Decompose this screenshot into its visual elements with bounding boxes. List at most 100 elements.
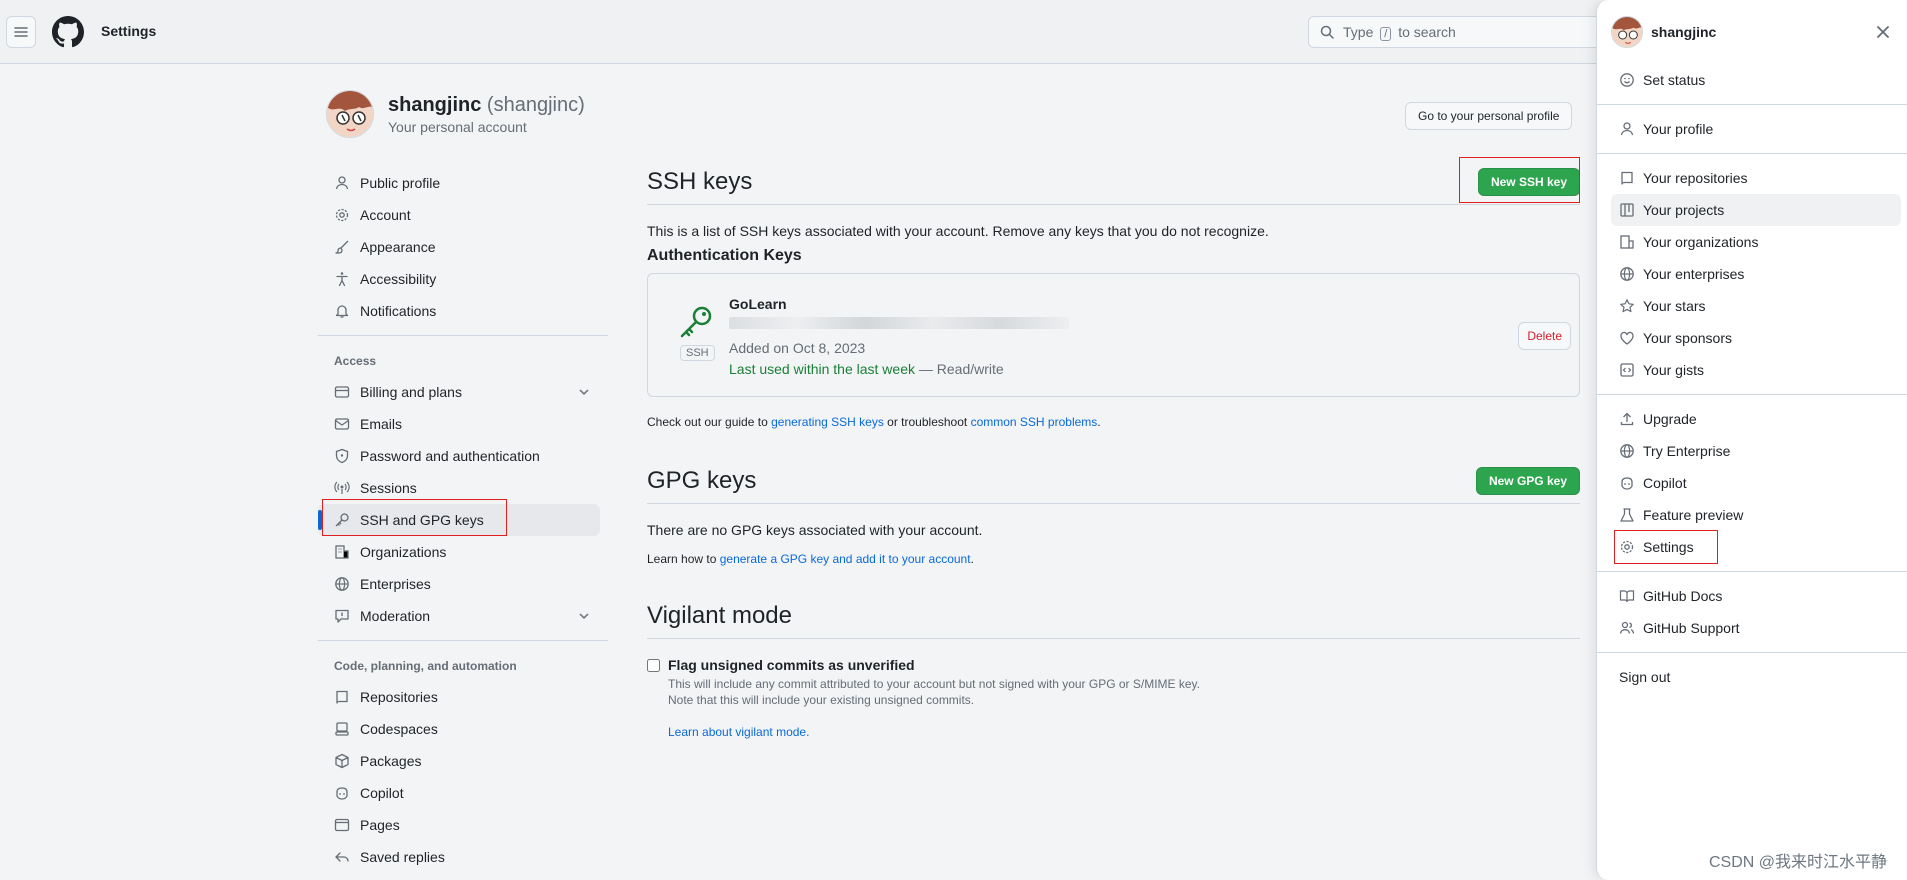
divider <box>1597 394 1907 395</box>
sidebar-item-copilot[interactable]: Copilot <box>318 777 600 809</box>
package-icon <box>335 753 349 769</box>
sidebar-item-organizations[interactable]: Organizations <box>318 536 600 568</box>
menu-item-your-projects[interactable]: Your projects <box>1611 194 1901 226</box>
ssh-keys-title: SSH keys <box>647 168 753 195</box>
sidebar-item-accessibility[interactable]: Accessibility <box>318 263 600 295</box>
sidebar-item-repositories[interactable]: Repositories <box>318 681 600 713</box>
search-shortcut-key: / <box>1380 26 1392 41</box>
search-placeholder-end: to search <box>1398 23 1456 40</box>
menu-item-your-repositories[interactable]: Your repositories <box>1611 162 1901 194</box>
sidebar-item-public-profile[interactable]: Public profile <box>318 167 600 199</box>
sidebar-item-account[interactable]: Account <box>318 199 600 231</box>
gpg-learn-end: . <box>970 552 974 566</box>
common-ssh-problems-link[interactable]: common SSH problems <box>971 415 1098 429</box>
menu-item-your-sponsors[interactable]: Your sponsors <box>1611 322 1901 354</box>
sidebar-item-pages[interactable]: Pages <box>318 809 600 841</box>
menu-item-label: GitHub Docs <box>1643 588 1723 604</box>
search-input[interactable]: Type / to search <box>1308 16 1608 48</box>
sidebar-item-label: Codespaces <box>360 721 438 737</box>
key-last-used: Last used within the last week — Read/wr… <box>729 361 1004 377</box>
menu-item-label: Your organizations <box>1643 234 1759 250</box>
key-access-level: — Read/write <box>918 361 1004 377</box>
organization-icon <box>1620 235 1634 249</box>
menu-item-set-status[interactable]: Set status <box>1611 64 1901 96</box>
watermark: CSDN @我来时江水平静 <box>1708 854 1887 871</box>
sidebar-item-packages[interactable]: Packages <box>318 745 600 777</box>
new-ssh-key-button[interactable]: New SSH key <box>1477 168 1580 196</box>
sidebar-group-code: Code, planning, and automation <box>334 659 517 673</box>
key-added-date: Added on Oct 8, 2023 <box>729 340 866 356</box>
accessibility-icon <box>336 272 348 287</box>
menu-item-your-enterprises[interactable]: Your enterprises <box>1611 258 1901 290</box>
beaker-icon <box>1620 508 1634 522</box>
go-to-profile-button[interactable]: Go to your personal profile <box>1405 102 1573 130</box>
menu-item-your-profile[interactable]: Your profile <box>1611 113 1901 145</box>
avatar[interactable] <box>1611 16 1643 48</box>
menu-item-your-stars[interactable]: Your stars <box>1611 290 1901 322</box>
sidebar-item-enterprises[interactable]: Enterprises <box>318 568 600 600</box>
chevron-down-icon[interactable] <box>576 384 592 400</box>
delete-key-button[interactable]: Delete <box>1518 322 1571 350</box>
vigilant-mode-title: Vigilant mode <box>647 602 792 629</box>
menu-item-settings[interactable]: Settings <box>1611 530 1901 564</box>
star-icon <box>1620 299 1634 313</box>
sidebar-item-label: Organizations <box>360 544 447 560</box>
globe-icon <box>1620 267 1634 281</box>
divider <box>1597 652 1907 653</box>
sidebar-item-label: Appearance <box>360 239 436 255</box>
organization-icon <box>335 545 349 559</box>
sidebar-item-password-auth[interactable]: Password and authentication <box>318 440 600 472</box>
flag-unsigned-checkbox[interactable] <box>647 659 660 672</box>
close-icon[interactable] <box>1873 22 1893 42</box>
learn-vigilant-mode-link[interactable]: Learn about vigilant mode. <box>668 725 1200 739</box>
menu-item-upgrade[interactable]: Upgrade <box>1611 403 1901 435</box>
generating-ssh-keys-link[interactable]: generating SSH keys <box>771 415 884 429</box>
key-title: GoLearn <box>729 296 787 312</box>
sidebar-item-saved-replies[interactable]: Saved replies <box>318 841 600 873</box>
sidebar-item-moderation[interactable]: Moderation <box>318 600 600 632</box>
sidebar-item-billing[interactable]: Billing and plans <box>318 376 600 408</box>
divider <box>1597 571 1907 572</box>
sidebar-item-appearance[interactable]: Appearance <box>318 231 600 263</box>
ssh-guide-text: Check out our guide to <box>647 415 768 429</box>
menu-button[interactable] <box>6 16 36 48</box>
menu-item-try-enterprise[interactable]: Try Enterprise <box>1611 435 1901 467</box>
menu-item-copilot[interactable]: Copilot <box>1611 467 1901 499</box>
avatar[interactable] <box>326 90 374 138</box>
sidebar-item-label: Public profile <box>360 175 441 191</box>
sidebar-item-ssh-gpg-keys[interactable]: SSH and GPG keys <box>318 504 600 536</box>
menu-item-your-gists[interactable]: Your gists <box>1611 354 1901 386</box>
menu-item-label: Feature preview <box>1643 507 1744 523</box>
menu-item-feature-preview[interactable]: Feature preview <box>1611 499 1901 531</box>
account-subtitle: Your personal account <box>388 118 527 135</box>
sidebar-item-sessions[interactable]: Sessions <box>318 472 600 504</box>
sidebar-item-label: Moderation <box>360 608 431 624</box>
sidebar-group-access: Access <box>334 354 377 368</box>
menu-item-github-docs[interactable]: GitHub Docs <box>1611 580 1901 612</box>
sidebar-item-label: Copilot <box>360 785 404 801</box>
menu-item-your-organizations[interactable]: Your organizations <box>1611 226 1901 258</box>
globe-icon <box>1620 444 1634 458</box>
sidebar-item-label: Enterprises <box>360 576 431 592</box>
new-gpg-key-button[interactable]: New GPG key <box>1475 467 1580 495</box>
vigilant-mode-header: Vigilant mode <box>647 602 1580 639</box>
menu-item-label: Your sponsors <box>1643 330 1732 346</box>
generate-gpg-key-link[interactable]: generate a GPG key and add it to your ac… <box>720 552 971 566</box>
menu-item-label: Set status <box>1643 72 1706 88</box>
sidebar-item-codespaces[interactable]: Codespaces <box>318 713 600 745</box>
sidebar-item-label: Billing and plans <box>360 384 462 400</box>
chevron-down-icon[interactable] <box>576 608 592 624</box>
sidebar-item-notifications[interactable]: Notifications <box>318 295 600 327</box>
context-title[interactable]: Settings <box>101 23 156 39</box>
main-content: SSH keys New SSH key This is a list of S… <box>647 150 1580 739</box>
sidebar-item-label: Accessibility <box>360 271 437 287</box>
sidebar-item-emails[interactable]: Emails <box>318 408 600 440</box>
ssh-guide-end: . <box>1097 415 1101 429</box>
menu-item-sign-out[interactable]: Sign out <box>1611 661 1901 693</box>
repo-icon <box>1621 171 1633 185</box>
flag-unsigned-label[interactable]: Flag unsigned commits as unverified <box>668 657 1200 673</box>
menu-item-github-support[interactable]: GitHub Support <box>1611 612 1901 644</box>
github-logo-icon[interactable] <box>52 16 84 48</box>
mail-icon <box>334 418 350 430</box>
menu-item-label: Your profile <box>1643 121 1714 137</box>
